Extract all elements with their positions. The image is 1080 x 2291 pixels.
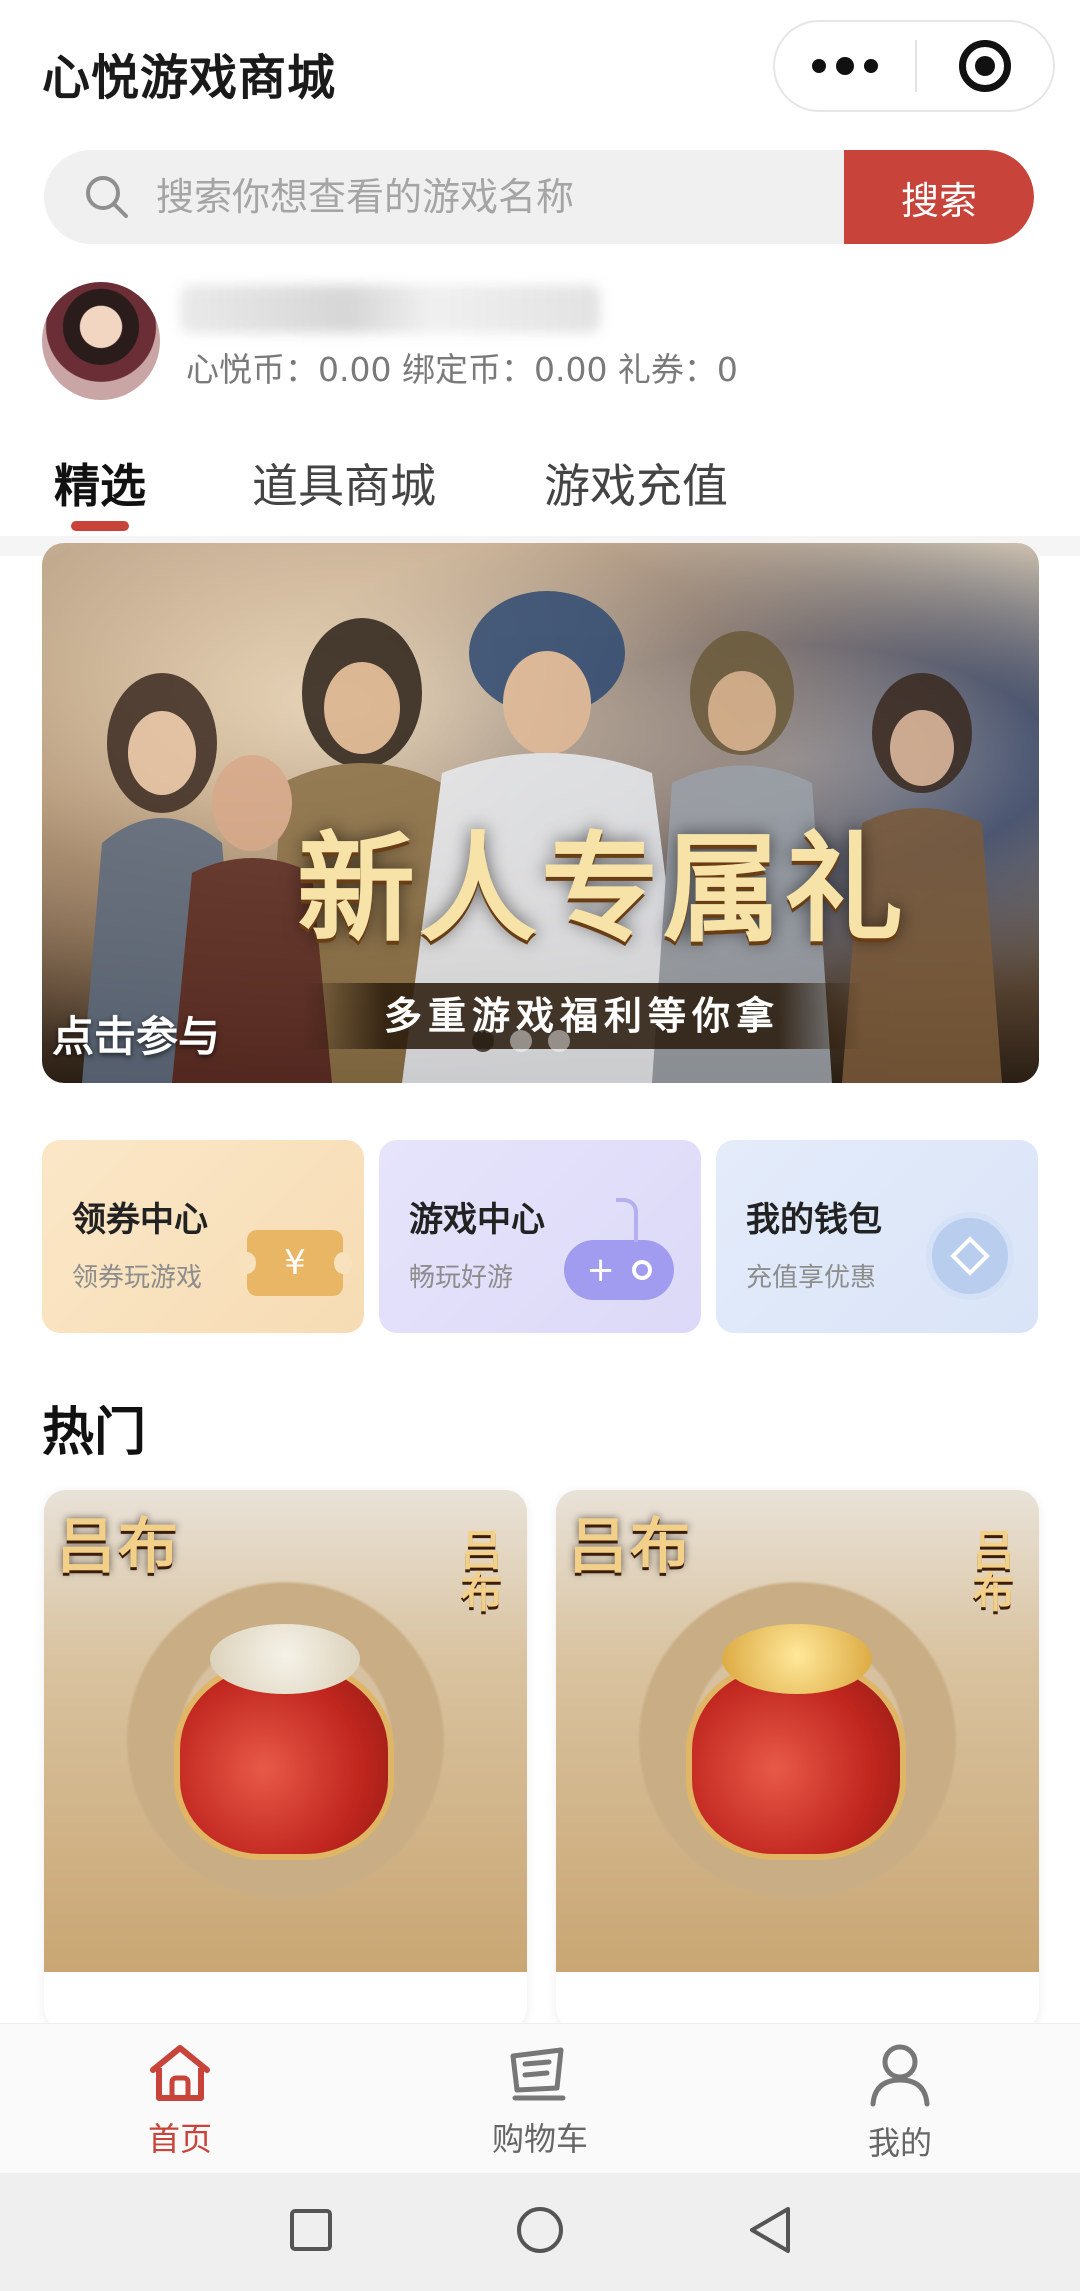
- game-logo: 吕布: [568, 1512, 692, 1582]
- card-subtitle: 畅玩好游: [409, 1263, 514, 1293]
- game-center-card[interactable]: 游戏中心 畅玩好游 +: [379, 1140, 701, 1333]
- back-triangle-icon[interactable]: [746, 2205, 794, 2255]
- home-icon: [150, 2045, 210, 2101]
- wallet-diamond-icon: [926, 1212, 1014, 1300]
- product-image: 吕布 吕布: [44, 1490, 527, 1972]
- gold-bag-image: [686, 1624, 906, 1860]
- dot-icon: [836, 57, 854, 75]
- tab-featured[interactable]: 精选: [54, 450, 146, 516]
- carousel-dot[interactable]: [472, 1030, 494, 1052]
- game-logo: 吕布: [56, 1512, 180, 1582]
- tabbar-label: 首页: [147, 2120, 212, 2158]
- banner-title: 新人专属礼: [296, 819, 907, 958]
- card-title: 领券中心: [72, 1200, 208, 1240]
- tabbar-label: 我的: [867, 2124, 932, 2162]
- search-bar: 搜索: [44, 150, 1034, 244]
- tab-game-recharge[interactable]: 游戏充值: [544, 450, 728, 516]
- card-title: 游戏中心: [409, 1200, 545, 1240]
- target-icon: [959, 40, 1011, 92]
- product-card[interactable]: 吕布 吕布: [44, 1490, 527, 2030]
- more-menu-button[interactable]: [775, 22, 915, 110]
- search-button[interactable]: 搜索: [844, 150, 1034, 244]
- bottom-tab-bar: 首页 购物车 我的: [0, 2023, 1080, 2173]
- cart-icon: [510, 2047, 566, 2101]
- lucky-bag-image: [174, 1624, 394, 1860]
- carousel-indicator: [472, 1030, 570, 1052]
- card-subtitle: 充值享优惠: [746, 1263, 877, 1293]
- product-image: 吕布 吕布: [556, 1490, 1039, 1972]
- dot-icon: [812, 59, 826, 73]
- banner-cta-label[interactable]: 点击参与: [52, 1003, 220, 1064]
- mall-page: 心悦游戏商城 搜索 心悦币：0.00 绑定币：0.00 礼券：0 精选 道具商城…: [0, 0, 1080, 2291]
- card-title: 我的钱包: [746, 1200, 882, 1240]
- balance-info: 心悦币：0.00 绑定币：0.00 礼券：0: [186, 350, 738, 389]
- game-logo-vertical: 吕布: [454, 1528, 503, 1612]
- carousel-dot[interactable]: [510, 1030, 532, 1052]
- tabbar-profile[interactable]: 我的: [800, 2042, 1000, 2164]
- hot-section-title: 热门: [42, 1403, 147, 1463]
- category-tabs: 精选 道具商城 游戏充值: [0, 440, 1080, 536]
- active-tab-indicator: [71, 521, 129, 531]
- tabbar-home[interactable]: 首页: [80, 2042, 280, 2160]
- dot-icon: [864, 59, 878, 73]
- search-icon: [86, 176, 128, 218]
- tab-item-mall[interactable]: 道具商城: [252, 450, 436, 516]
- user-icon: [870, 2044, 930, 2107]
- game-logo-vertical: 吕布: [966, 1528, 1015, 1612]
- system-nav-bar: [0, 2173, 1080, 2291]
- close-mini-program-button[interactable]: [917, 22, 1053, 110]
- tabbar-label: 购物车: [491, 2120, 588, 2158]
- carousel-dot[interactable]: [548, 1030, 570, 1052]
- recent-apps-icon[interactable]: [287, 2205, 335, 2255]
- blurred-username: [180, 285, 600, 333]
- avatar[interactable]: [42, 282, 160, 400]
- tabbar-cart[interactable]: 购物车: [440, 2042, 640, 2160]
- product-card[interactable]: 吕布 吕布: [556, 1490, 1039, 2030]
- ticket-icon: ¥: [238, 1230, 352, 1296]
- search-input[interactable]: [156, 150, 876, 244]
- top-header: 心悦游戏商城: [0, 0, 1080, 140]
- banner-subtitle: 多重游戏福利等你拿: [302, 983, 862, 1049]
- my-wallet-card[interactable]: 我的钱包 充值享优惠: [716, 1140, 1038, 1333]
- coupon-center-card[interactable]: 领券中心 领券玩游戏 ¥: [42, 1140, 364, 1333]
- home-circle-icon[interactable]: [514, 2205, 566, 2255]
- app-title: 心悦游戏商城: [42, 50, 337, 106]
- mini-program-capsule: [773, 20, 1055, 112]
- card-subtitle: 领券玩游戏: [72, 1263, 203, 1293]
- promo-banner[interactable]: 新人专属礼 多重游戏福利等你拿 点击参与: [42, 543, 1039, 1083]
- gamepad-icon: +: [564, 1198, 674, 1300]
